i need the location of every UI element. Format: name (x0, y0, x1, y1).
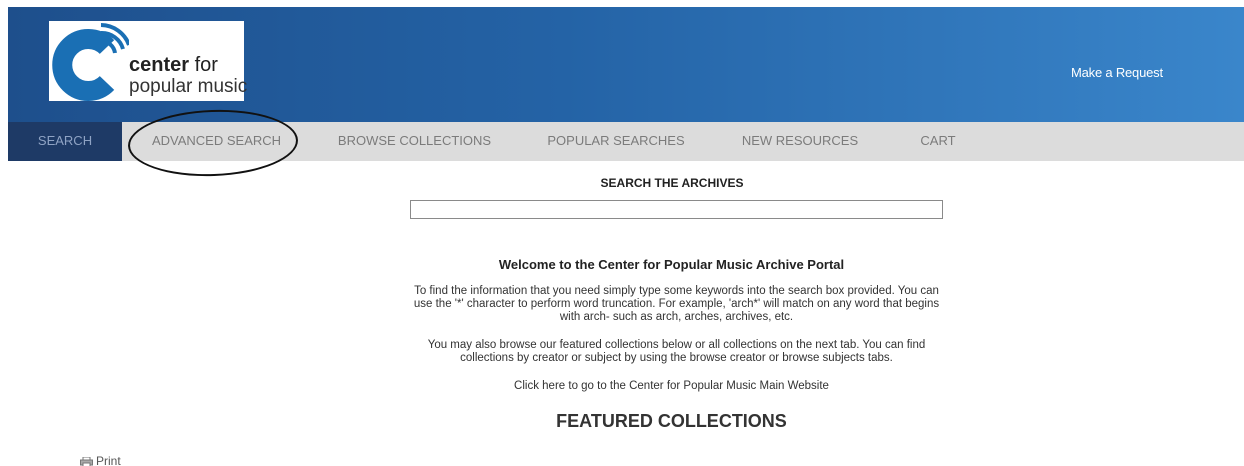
center-for-popular-music-logo[interactable]: center for popular music (49, 21, 248, 101)
tab-popular-searches[interactable]: POPULAR SEARCHES (536, 122, 696, 161)
tab-advanced-search[interactable]: ADVANCED SEARCH (139, 122, 294, 161)
main-nav: SEARCH ADVANCED SEARCH BROWSE COLLECTION… (8, 122, 1244, 161)
logo-c-waves-icon (52, 23, 129, 101)
instructions-paragraph: To find the information that you need si… (413, 285, 940, 323)
tab-cart[interactable]: CART (908, 122, 968, 161)
browse-paragraph: You may also browse our featured collect… (427, 339, 926, 364)
welcome-title: Welcome to the Center for Popular Music … (498, 257, 845, 272)
tab-new-resources[interactable]: NEW RESOURCES (732, 122, 868, 161)
logo-text-line2: popular music (129, 76, 248, 97)
make-a-request-link[interactable]: Make a Request (1071, 65, 1163, 80)
tab-browse-collections[interactable]: BROWSE COLLECTIONS (328, 122, 501, 161)
site-header: center for popular music Make a Request (8, 7, 1244, 122)
tab-search[interactable]: SEARCH (8, 122, 122, 161)
search-title: SEARCH THE ARCHIVES (600, 176, 744, 190)
search-input[interactable] (410, 200, 943, 219)
main-website-link[interactable]: Click here to go to the Center for Popul… (410, 380, 933, 392)
print-button[interactable]: Print (80, 454, 121, 466)
featured-collections-heading: FEATURED COLLECTIONS (556, 411, 787, 431)
logo-text-line1: center for (129, 54, 218, 76)
printer-icon (80, 456, 93, 466)
print-label: Print (96, 454, 121, 466)
